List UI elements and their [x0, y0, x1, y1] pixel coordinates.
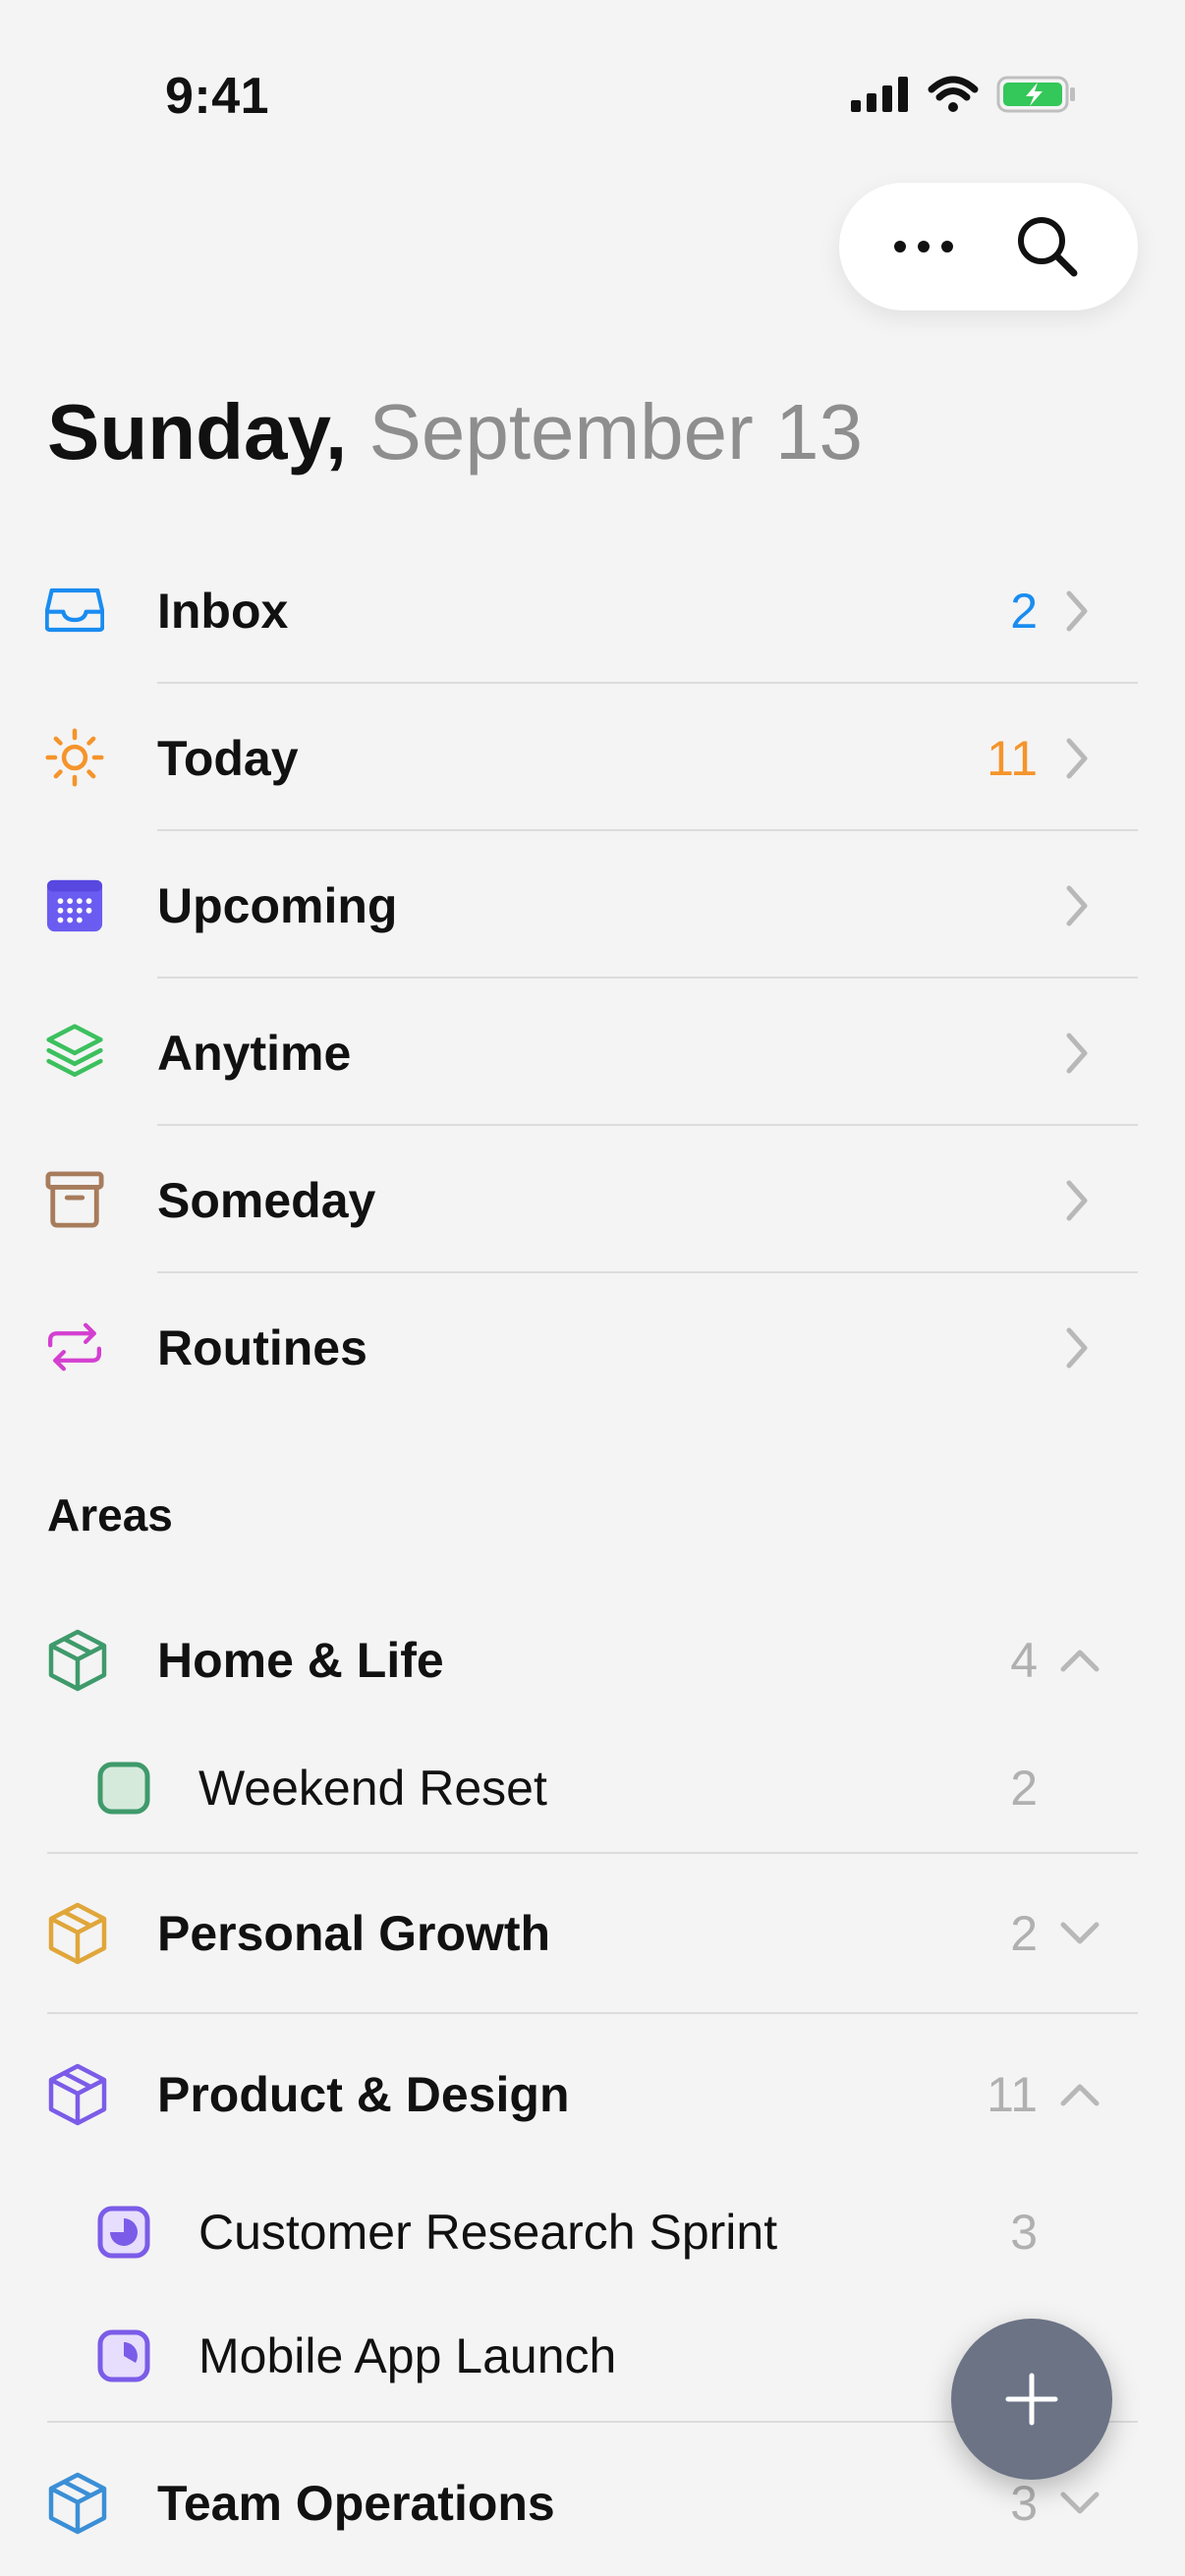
page-title-date: September 13 [368, 388, 864, 476]
plus-icon [1005, 2373, 1058, 2426]
nav-item-today[interactable]: Today 11 [0, 684, 1185, 831]
nav-item-label: Today [157, 731, 299, 786]
chevron-right-icon [1066, 1033, 1088, 1074]
nav-item-count: 11 [987, 731, 1038, 786]
chevron-right-icon [1066, 1327, 1088, 1369]
nav-item-label: Routines [157, 1320, 367, 1375]
cellular-signal-icon [851, 77, 908, 112]
nav-item-count: 2 [1010, 584, 1038, 639]
project-customer-research-sprint[interactable]: Customer Research Sprint 3 [0, 2183, 1185, 2281]
search-icon [1018, 217, 1078, 277]
project-count: 2 [1010, 1761, 1038, 1816]
status-icons [851, 75, 1077, 114]
ellipsis-icon [894, 241, 953, 252]
nav-item-label: Inbox [157, 584, 289, 639]
layers-icon [45, 1023, 104, 1082]
area-label: Home & Life [157, 1633, 444, 1688]
chevron-right-icon [1066, 1180, 1088, 1221]
area-count: 11 [987, 2067, 1038, 2122]
calendar-icon [45, 875, 104, 934]
cube-icon [48, 1902, 107, 1965]
project-checkbox-icon [97, 1762, 150, 1815]
chevron-up-icon[interactable] [1057, 2080, 1102, 2109]
area-count: 4 [1010, 1633, 1038, 1688]
project-count: 3 [1010, 2205, 1038, 2260]
areas-section-title: Areas [47, 1489, 173, 1540]
nav-item-label: Someday [157, 1173, 376, 1228]
chevron-up-icon[interactable] [1057, 1646, 1102, 1675]
cube-icon [48, 2472, 107, 2535]
chevron-right-icon [1066, 738, 1088, 779]
status-time: 9:41 [165, 68, 270, 125]
project-progress-icon [97, 2206, 150, 2259]
nav-item-someday[interactable]: Someday [0, 1126, 1185, 1273]
area-count: 2 [1010, 1906, 1038, 1961]
project-label: Mobile App Launch [198, 2328, 617, 2383]
nav-item-anytime[interactable]: Anytime [0, 979, 1185, 1126]
more-button[interactable] [884, 207, 963, 286]
area-count: 3 [1010, 2476, 1038, 2531]
area-home-and-life[interactable]: Home & Life 4 [0, 1611, 1185, 1709]
status-bar: 9:41 [0, 0, 1185, 196]
nav-item-inbox[interactable]: Inbox 2 [0, 536, 1185, 684]
battery-charging-icon [996, 76, 1075, 113]
page-title: Sunday, September 13 [47, 383, 863, 481]
page-title-day: Sunday, [47, 388, 348, 476]
chevron-right-icon [1066, 885, 1088, 926]
search-button[interactable] [1008, 207, 1087, 286]
project-progress-icon [97, 2329, 150, 2382]
chevron-right-icon [1066, 590, 1088, 632]
repeat-icon [45, 1317, 104, 1376]
divider [47, 2012, 1138, 2014]
area-label: Team Operations [157, 2476, 555, 2531]
chevron-down-icon[interactable] [1057, 1919, 1102, 1948]
area-label: Personal Growth [157, 1906, 551, 1961]
area-label: Product & Design [157, 2067, 570, 2122]
chevron-down-icon[interactable] [1057, 2489, 1102, 2518]
top-action-pill [839, 183, 1138, 310]
area-product-and-design[interactable]: Product & Design 11 [0, 2045, 1185, 2144]
project-label: Customer Research Sprint [198, 2205, 778, 2260]
cube-icon [48, 1629, 107, 1692]
divider [47, 1852, 1138, 1854]
sun-icon [45, 728, 104, 787]
archive-box-icon [45, 1170, 104, 1229]
nav-item-upcoming[interactable]: Upcoming [0, 831, 1185, 979]
project-weekend-reset[interactable]: Weekend Reset 2 [0, 1739, 1185, 1837]
add-task-button[interactable] [951, 2319, 1112, 2480]
inbox-icon [45, 581, 104, 640]
nav-item-label: Anytime [157, 1026, 352, 1081]
wifi-icon [928, 76, 979, 112]
area-personal-growth[interactable]: Personal Growth 2 [0, 1884, 1185, 1983]
cube-icon [48, 2063, 107, 2126]
nav-item-label: Upcoming [157, 878, 398, 933]
project-label: Weekend Reset [198, 1761, 547, 1816]
nav-item-routines[interactable]: Routines [0, 1273, 1185, 1421]
